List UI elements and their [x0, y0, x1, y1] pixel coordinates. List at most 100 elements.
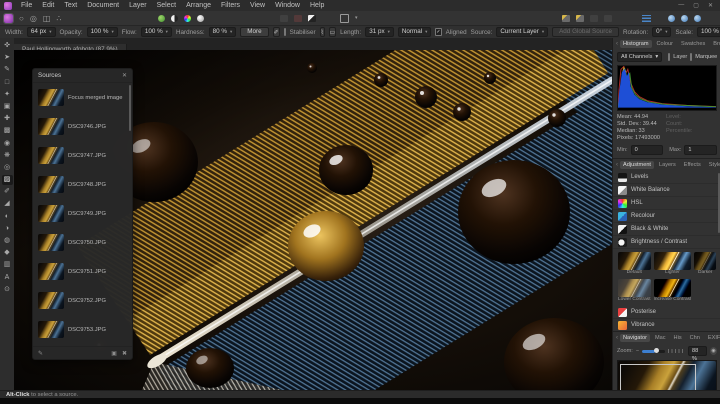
tab-brushes[interactable]: Brushes	[710, 40, 720, 48]
collapse-icon[interactable]: ‹	[616, 335, 618, 341]
tone-mapping-persona-icon[interactable]: ◫	[43, 14, 51, 23]
auto-white-balance-icon[interactable]	[197, 14, 204, 22]
adjustment-item-hsl[interactable]: HSL	[613, 197, 720, 210]
close-icon[interactable]: ✕	[708, 2, 713, 9]
source-item[interactable]: DSC9750.JPG	[33, 228, 132, 257]
zoom-actual-view-icon[interactable]	[681, 14, 688, 22]
preset-darker[interactable]: Darker	[694, 252, 716, 276]
tab-channels[interactable]: Chn	[687, 334, 703, 342]
zoom-fit-icon[interactable]: ◉	[710, 347, 717, 355]
tab-styles[interactable]: Styles	[706, 161, 720, 169]
tab-histogram[interactable]: Histogram	[620, 40, 652, 48]
tab-layers[interactable]: Layers	[656, 161, 679, 169]
redo-icon[interactable]	[294, 14, 302, 22]
sources-panel-header[interactable]: Sources ✕	[33, 69, 132, 83]
paste-icon[interactable]	[576, 14, 584, 22]
collapse-icon[interactable]: ‹	[616, 162, 618, 168]
menu-help[interactable]: Help	[305, 2, 329, 9]
source-item[interactable]: Focus merged image	[33, 83, 132, 112]
tab-macro[interactable]: Mac	[652, 334, 669, 342]
preset-default[interactable]: Default	[618, 252, 651, 276]
menu-document[interactable]: Document	[82, 2, 124, 9]
chevron-down-icon[interactable]: ▾	[355, 15, 358, 21]
aligned-checkbox[interactable]: ✓	[435, 28, 442, 36]
clip-canvas-icon[interactable]	[340, 13, 349, 23]
photo-persona-icon[interactable]	[3, 12, 14, 24]
maximize-icon[interactable]: ▢	[693, 2, 699, 9]
pan-view-icon[interactable]	[694, 14, 701, 22]
zoom-fit-view-icon[interactable]	[668, 14, 675, 22]
close-icon[interactable]: ✕	[122, 72, 127, 79]
auto-colour-icon[interactable]	[184, 14, 191, 22]
min-field[interactable]: 0	[630, 145, 664, 155]
erase-brush-tool[interactable]: ◢	[2, 199, 13, 209]
adjustment-item-levels[interactable]: Levels	[613, 171, 720, 184]
menu-window[interactable]: Window	[270, 2, 305, 9]
source-item[interactable]: DSC9746.JPG	[33, 112, 132, 141]
adjustment-item-white-balance[interactable]: White Balance	[613, 184, 720, 197]
preset-lighter[interactable]: Lighter	[653, 252, 692, 276]
menu-edit[interactable]: Edit	[37, 2, 59, 9]
adjustment-item-recolour[interactable]: Recolour	[613, 210, 720, 223]
canvas[interactable]: Sources ✕ Focus merged image DSC9746.JPG…	[14, 50, 612, 390]
new-source-icon[interactable]: ▣	[111, 350, 117, 357]
copy-merged-icon[interactable]	[562, 14, 570, 22]
adjustment-item-vibrance[interactable]: Vibrance	[613, 319, 720, 331]
hardness-field[interactable]: 80 % ▾	[208, 27, 237, 37]
dodge-brush-tool[interactable]: ◐	[2, 212, 13, 222]
crop-tool[interactable]: ▣	[2, 102, 13, 112]
patch-tool[interactable]: ▩	[2, 126, 13, 136]
source-item[interactable]: DSC9749.JPG	[33, 199, 132, 228]
max-field[interactable]: 1	[684, 145, 717, 155]
blemish-removal-tool[interactable]: ◉	[2, 139, 13, 149]
auto-contrast-icon[interactable]	[171, 14, 178, 22]
flatten-icon[interactable]	[590, 14, 598, 22]
sponge-brush-tool[interactable]: ◍	[2, 236, 13, 246]
source-item[interactable]: DSC9748.JPG	[33, 170, 132, 199]
delete-source-icon[interactable]: ✖	[122, 350, 127, 357]
undo-icon[interactable]	[280, 14, 288, 22]
gradient-tool[interactable]: ▥	[2, 260, 13, 270]
healing-brush-tool[interactable]: ✚	[2, 114, 13, 124]
source-select[interactable]: Current Layer ▾	[496, 27, 549, 37]
flood-fill-tool[interactable]: ◆	[2, 248, 13, 258]
view-tool[interactable]: ✜	[2, 41, 13, 51]
pick-source-icon[interactable]: ✎	[38, 350, 43, 357]
sources-scrollbar[interactable]	[129, 85, 131, 131]
marquee-select-tool[interactable]: □	[2, 78, 13, 88]
rope-stabiliser-icon[interactable]: ⌇	[319, 27, 325, 37]
width-field[interactable]: 64 px ▾	[26, 27, 56, 37]
tab-adjustment[interactable]: Adjustment	[620, 161, 654, 169]
tab-colour[interactable]: Colour	[654, 40, 676, 48]
zoom-tool[interactable]: ⊙	[2, 285, 13, 295]
tab-effects[interactable]: Effects	[681, 161, 704, 169]
add-global-source-button[interactable]: Add Global Source	[552, 27, 619, 37]
menu-view[interactable]: View	[245, 2, 270, 9]
assistant-icon[interactable]	[642, 14, 651, 22]
channel-select[interactable]: All Channels ▾	[617, 52, 663, 62]
menu-filters[interactable]: Filters	[216, 2, 245, 9]
flow-field[interactable]: 100 % ▾	[140, 27, 172, 37]
source-item[interactable]: DSC9753.JPG	[33, 315, 132, 344]
menu-select[interactable]: Select	[152, 2, 181, 9]
liquify-persona-icon[interactable]: ○	[19, 14, 24, 23]
brush-tip-icon[interactable]: ✐	[272, 27, 280, 37]
red-eye-removal-tool[interactable]: ◎	[2, 163, 13, 173]
merge-icon[interactable]	[604, 14, 612, 22]
tab-history[interactable]: His	[671, 334, 685, 342]
marquee-checkbox[interactable]	[690, 53, 693, 61]
layer-checkbox[interactable]	[668, 53, 671, 61]
zoom-out-icon[interactable]: −	[636, 348, 639, 354]
menu-arrange[interactable]: Arrange	[181, 2, 216, 9]
adjustment-item-brightness-contrast[interactable]: Brightness / Contrast	[613, 236, 720, 249]
menu-layer[interactable]: Layer	[124, 2, 152, 9]
source-item[interactable]: DSC9752.JPG	[33, 286, 132, 315]
export-persona-icon[interactable]: ∴	[56, 14, 61, 23]
scale-field[interactable]: 100 %▾	[696, 27, 720, 37]
minimize-icon[interactable]: —	[678, 2, 684, 9]
source-item[interactable]: DSC9747.JPG	[33, 141, 132, 170]
menu-text[interactable]: Text	[59, 2, 82, 9]
flood-select-tool[interactable]: ✦	[2, 90, 13, 100]
zoom-value-field[interactable]: 88 %	[688, 346, 708, 362]
inpainting-brush-tool[interactable]: ❋	[2, 151, 13, 161]
